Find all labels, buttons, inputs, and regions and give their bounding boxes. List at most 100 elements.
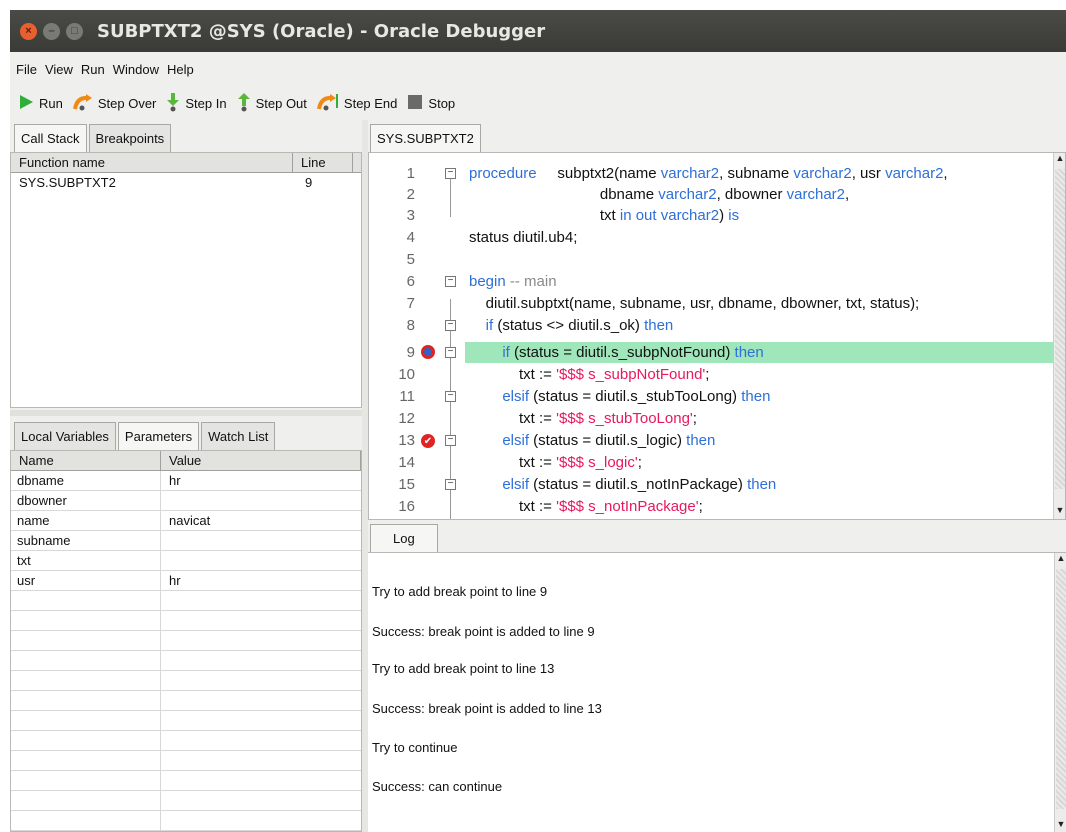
- code-token: is: [728, 207, 740, 224]
- code-line[interactable]: 8 − if (status <> diutil.s_ok) then: [369, 315, 1055, 336]
- code-line[interactable]: 11 − elsif (status = diutil.s_stubTooLon…: [369, 386, 1055, 407]
- scrollbar-thumb[interactable]: [1055, 169, 1065, 489]
- param-value-cell[interactable]: navicat: [161, 511, 361, 530]
- code-line[interactable]: 7 diutil.subptxt(name, subname, usr, dbn…: [369, 293, 1055, 314]
- fold-toggle-icon[interactable]: −: [445, 320, 456, 331]
- line-number: 1: [406, 165, 415, 182]
- empty-row: [11, 751, 361, 771]
- code-line[interactable]: 2 dbname varchar2, dbowner varchar2,: [369, 184, 1055, 205]
- step-over-button[interactable]: Step Over: [72, 93, 156, 114]
- column-header-line[interactable]: Line: [293, 153, 353, 172]
- code-line[interactable]: 4 status diutil.ub4;: [369, 227, 1055, 248]
- scroll-up-icon[interactable]: ▲: [1055, 553, 1066, 567]
- code-token: in out varchar2: [619, 207, 720, 224]
- fold-toggle-icon[interactable]: −: [445, 479, 456, 490]
- param-value-cell[interactable]: [161, 491, 361, 510]
- code-line[interactable]: 12 txt := '$$$ s_stubTooLong';: [369, 408, 1055, 429]
- code-editor[interactable]: 1 − procedure subptxt2(name varchar2, su…: [368, 152, 1066, 520]
- code-token: , subname: [719, 165, 794, 182]
- line-number: 16: [398, 498, 415, 515]
- editor-scrollbar[interactable]: ▲ ▼: [1053, 153, 1065, 519]
- log-entry: Success: break point is added to line 13: [372, 701, 602, 716]
- table-row[interactable]: name navicat: [11, 511, 361, 531]
- table-row[interactable]: txt: [11, 551, 361, 571]
- code-token: then: [734, 344, 764, 361]
- log-entry: Success: can continue: [372, 779, 503, 794]
- empty-row: [11, 711, 361, 731]
- line-number: 5: [406, 251, 415, 268]
- menu-view[interactable]: View: [45, 62, 73, 77]
- code-token: (status = diutil.s_notInPackage): [529, 476, 748, 493]
- code-line-current[interactable]: 9 − if (status = diutil.s_subpNotFound) …: [369, 342, 1055, 363]
- menu-help[interactable]: Help: [167, 62, 194, 77]
- run-button[interactable]: Run: [18, 94, 63, 113]
- log-entry: Success: break point is added to line 9: [372, 624, 595, 639]
- fold-toggle-icon[interactable]: −: [445, 435, 456, 446]
- line-number: 4: [406, 229, 415, 246]
- step-in-button[interactable]: Step In: [166, 92, 227, 115]
- tab-log[interactable]: Log: [370, 524, 438, 552]
- table-row[interactable]: dbowner: [11, 491, 361, 511]
- table-row[interactable]: usr hr: [11, 571, 361, 591]
- close-window-button[interactable]: ×: [20, 22, 37, 40]
- breakpoint-icon[interactable]: ✔: [421, 434, 435, 448]
- step-in-button-label: Step In: [185, 95, 227, 111]
- empty-row: [11, 691, 361, 711]
- table-row[interactable]: SYS.SUBPTXT2 9: [11, 173, 361, 191]
- parameters-header: Name Value: [11, 451, 361, 471]
- stop-button[interactable]: Stop: [407, 94, 455, 113]
- step-out-button[interactable]: Step Out: [237, 92, 307, 115]
- scrollbar-thumb[interactable]: [1056, 569, 1066, 809]
- code-token: ,: [943, 165, 948, 182]
- call-stack-header: Function name Line: [11, 153, 361, 173]
- tab-watch-list[interactable]: Watch List: [201, 422, 276, 450]
- param-value-cell[interactable]: hr: [161, 471, 361, 490]
- table-row[interactable]: dbname hr: [11, 471, 361, 491]
- column-header-function-name[interactable]: Function name: [11, 153, 293, 172]
- code-line[interactable]: 13 ✔ − elsif (status = diutil.s_logic) t…: [369, 430, 1055, 451]
- table-row[interactable]: subname: [11, 531, 361, 551]
- tab-breakpoints[interactable]: Breakpoints: [88, 124, 172, 152]
- tab-call-stack[interactable]: Call Stack: [14, 124, 87, 152]
- code-token: txt :=: [469, 410, 557, 427]
- param-value-cell[interactable]: [161, 551, 361, 570]
- code-token: ;: [637, 454, 642, 471]
- code-token: subptxt2(name: [536, 165, 661, 182]
- log-scrollbar[interactable]: ▲ ▼: [1054, 553, 1066, 832]
- code-line[interactable]: 15 − elsif (status = diutil.s_notInPacka…: [369, 474, 1055, 495]
- maximize-window-button[interactable]: □: [66, 22, 83, 40]
- step-end-button[interactable]: Step End: [316, 93, 397, 114]
- scroll-down-icon[interactable]: ▼: [1055, 819, 1066, 832]
- code-line[interactable]: 1 − procedure subptxt2(name varchar2, su…: [369, 163, 1055, 184]
- code-string: '$$$ s_logic': [556, 454, 638, 471]
- scroll-up-icon[interactable]: ▲: [1054, 153, 1065, 167]
- code-token: (status <> diutil.s_ok): [493, 317, 645, 334]
- log-entry: Try to add break point to line 9: [372, 584, 548, 599]
- tab-local-variables[interactable]: Local Variables: [14, 422, 116, 450]
- code-line[interactable]: 14 txt := '$$$ s_logic';: [369, 452, 1055, 473]
- menu-window[interactable]: Window: [113, 62, 159, 77]
- code-line[interactable]: 5: [369, 249, 1055, 270]
- param-value-cell[interactable]: [161, 531, 361, 550]
- fold-toggle-icon[interactable]: −: [445, 276, 456, 287]
- fold-toggle-icon[interactable]: −: [445, 391, 456, 402]
- param-value-cell[interactable]: hr: [161, 571, 361, 590]
- column-header-name[interactable]: Name: [11, 451, 161, 470]
- menu-file[interactable]: File: [16, 62, 37, 77]
- scroll-down-icon[interactable]: ▼: [1054, 505, 1065, 519]
- minimize-window-button[interactable]: –: [43, 22, 60, 40]
- breakpoint-current-icon[interactable]: [421, 345, 435, 359]
- code-line[interactable]: 16 txt := '$$$ s_notInPackage';: [369, 496, 1055, 517]
- code-line[interactable]: 3 txt in out varchar2) is: [369, 205, 1055, 226]
- code-string: '$$$ s_subpNotFound': [556, 366, 706, 383]
- column-header-value[interactable]: Value: [161, 451, 361, 470]
- code-line[interactable]: 10 txt := '$$$ s_subpNotFound';: [369, 364, 1055, 385]
- menu-run[interactable]: Run: [81, 62, 105, 77]
- fold-toggle-icon[interactable]: −: [445, 168, 456, 179]
- tab-parameters[interactable]: Parameters: [117, 422, 200, 450]
- code-string: '$$$ s_notInPackage': [556, 498, 699, 515]
- code-token: if: [469, 317, 494, 334]
- tab-sys-subptxt2[interactable]: SYS.SUBPTXT2: [370, 124, 481, 152]
- code-line[interactable]: 6 − begin -- main: [369, 271, 1055, 292]
- fold-toggle-icon[interactable]: −: [445, 347, 456, 358]
